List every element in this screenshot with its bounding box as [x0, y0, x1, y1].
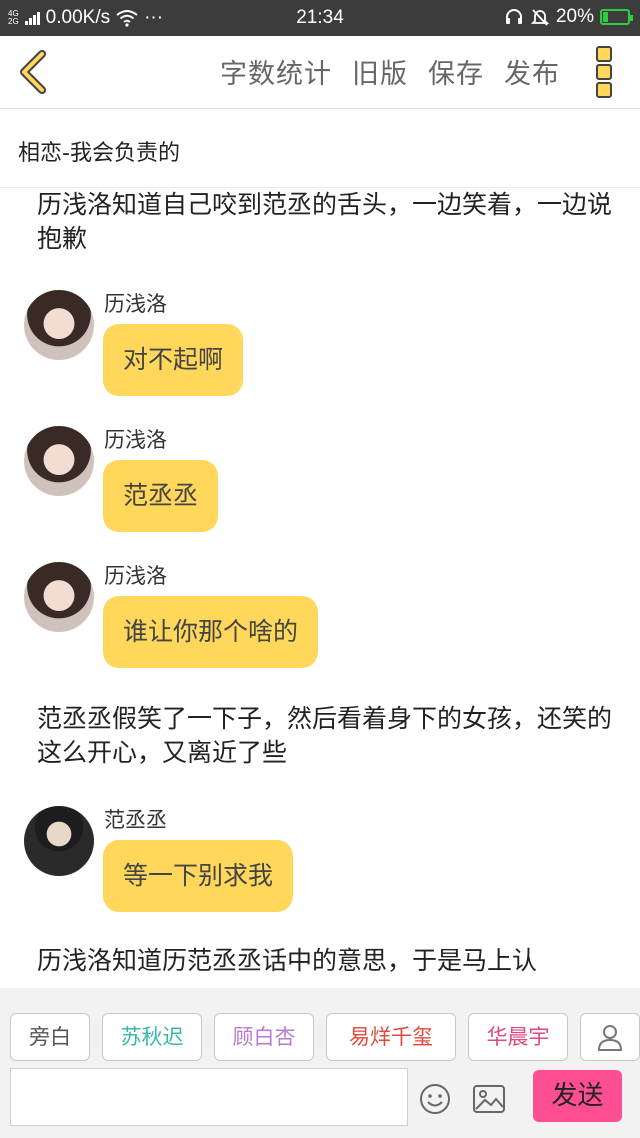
narration-text[interactable]: 历浅洛知道自己咬到范丞的舌头，一边笑着，一边说抱歉: [37, 188, 617, 256]
word-count-button[interactable]: 字数统计: [220, 52, 332, 91]
mute-bell-icon: [530, 9, 550, 26]
message-input[interactable]: [10, 1068, 408, 1126]
role-narrator[interactable]: 旁白: [10, 1013, 90, 1061]
more-menu-icon[interactable]: [596, 46, 612, 98]
avatar: [24, 426, 94, 496]
dialogue-message[interactable]: 历浅洛 谁让你那个啥的: [24, 562, 624, 682]
speaker-name: 历浅洛: [104, 564, 167, 588]
avatar: [24, 806, 94, 876]
old-version-button[interactable]: 旧版: [352, 52, 408, 91]
narration-text[interactable]: 范丞丞假笑了一下子，然后看着身下的女孩，还笑的这么开心，又离近了些: [37, 702, 617, 770]
story-content[interactable]: 历浅洛知道自己咬到范丞的舌头，一边笑着，一边说抱歉 历浅洛 对不起啊 历浅洛 范…: [0, 188, 640, 988]
speaker-name: 历浅洛: [104, 428, 167, 452]
dialogue-message[interactable]: 历浅洛 范丞丞: [24, 426, 624, 546]
person-icon: [597, 1025, 623, 1051]
battery-icon: [600, 9, 633, 25]
composer-panel: 旁白 苏秋迟 顾白杏 易烊千玺 华晨宇 发送: [0, 988, 640, 1138]
publish-button[interactable]: 发布: [504, 52, 560, 91]
speaker-name: 历浅洛: [104, 292, 167, 316]
battery-percent: 20%: [555, 6, 594, 27]
dialogue-message[interactable]: 历浅洛 对不起啊: [24, 290, 624, 410]
editor-toolbar: 字数统计 旧版 保存 发布: [0, 36, 640, 109]
message-bubble[interactable]: 范丞丞: [103, 460, 219, 532]
add-role-button[interactable]: [580, 1013, 640, 1061]
message-bubble[interactable]: 对不起啊: [103, 324, 244, 396]
message-bubble[interactable]: 等一下别求我: [103, 840, 294, 912]
role-hua-chenyu[interactable]: 华晨宇: [468, 1013, 568, 1061]
role-yi-yangqianxi[interactable]: 易烊千玺: [326, 1013, 456, 1061]
headset-icon: [505, 9, 522, 24]
role-selector: 旁白 苏秋迟 顾白杏 易烊千玺 华晨宇: [10, 1013, 640, 1061]
avatar: [24, 290, 94, 360]
avatar: [24, 562, 94, 632]
role-gu-baixing[interactable]: 顾白杏: [214, 1013, 314, 1061]
save-button[interactable]: 保存: [428, 52, 484, 91]
status-bar: 4G 2G 0.00K/s ··· 21:34 20%: [0, 0, 640, 36]
back-icon[interactable]: [14, 50, 54, 94]
document-title[interactable]: 相恋-我会负责的: [18, 135, 180, 167]
narration-text[interactable]: 历浅洛知道历范丞丞话中的意思，于是马上认: [37, 944, 617, 978]
role-su-qiuchi[interactable]: 苏秋迟: [102, 1013, 202, 1061]
emoji-icon[interactable]: [419, 1083, 451, 1115]
document-header: 相恋-我会负责的: [0, 109, 640, 188]
message-bubble[interactable]: 谁让你那个啥的: [103, 596, 319, 668]
dialogue-message[interactable]: 范丞丞 等一下别求我: [24, 806, 624, 926]
send-button[interactable]: 发送: [533, 1070, 622, 1122]
speaker-name: 范丞丞: [104, 808, 167, 832]
image-icon[interactable]: [472, 1083, 506, 1115]
